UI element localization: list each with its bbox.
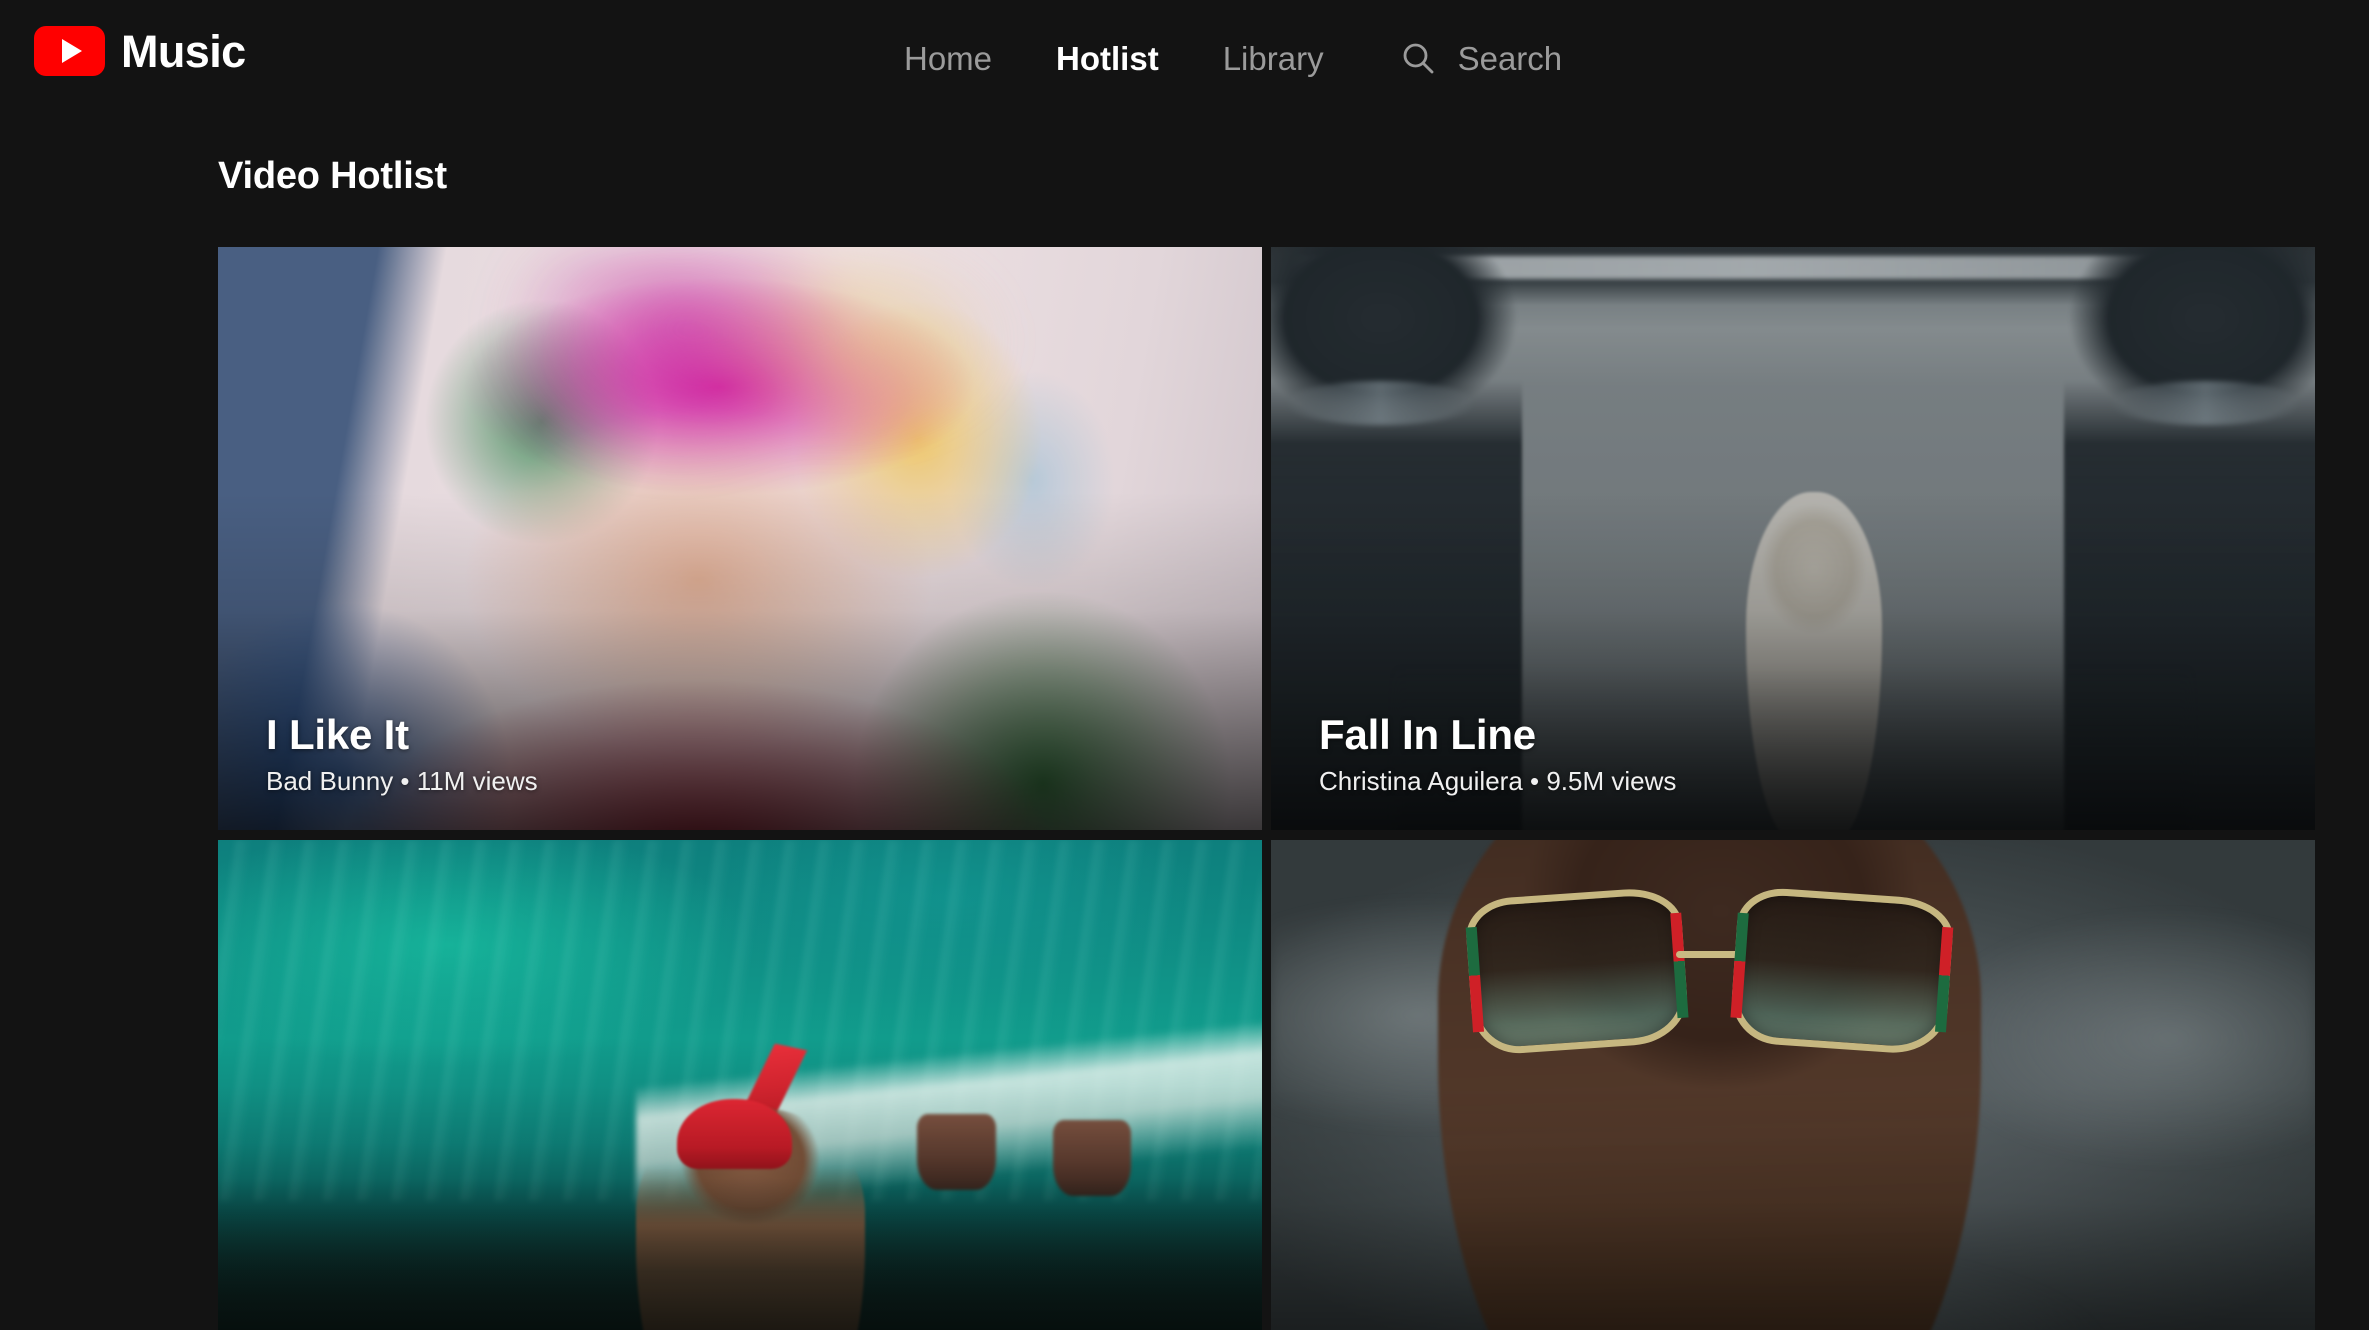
video-title: Fall In Line bbox=[1319, 711, 1676, 758]
search-label: Search bbox=[1458, 42, 1563, 75]
video-card-fall-in-line[interactable]: Fall In Line Christina Aguilera • 9.5M v… bbox=[1271, 247, 2315, 830]
play-triangle-icon bbox=[62, 39, 82, 63]
brand-word: Music bbox=[121, 29, 246, 74]
thumbnail-detail bbox=[1464, 886, 1690, 1056]
video-grid: I Like It Bad Bunny • 11M views Fall In … bbox=[218, 247, 2315, 1330]
top-bar: Music Home Hotlist Library Search bbox=[0, 0, 2369, 116]
video-subtitle: Christina Aguilera • 9.5M views bbox=[1319, 767, 1676, 797]
video-thumbnail bbox=[1271, 840, 2315, 1330]
thumbnail-detail bbox=[1469, 887, 1949, 1056]
video-thumbnail bbox=[218, 840, 1262, 1330]
video-meta: I Like It Bad Bunny • 11M views bbox=[266, 711, 538, 797]
video-meta: Fall In Line Christina Aguilera • 9.5M v… bbox=[1319, 711, 1676, 797]
app-root: Music Home Hotlist Library Search Video … bbox=[0, 0, 2369, 1330]
thumbnail-detail bbox=[1728, 886, 1954, 1056]
nav-item-home[interactable]: Home bbox=[872, 42, 1024, 75]
page-title: Video Hotlist bbox=[218, 155, 447, 198]
video-title: I Like It bbox=[266, 711, 538, 758]
thumbnail-detail bbox=[218, 1178, 1262, 1330]
video-card-solitaire[interactable]: Solitaire bbox=[1271, 840, 2315, 1330]
video-card-i-like-it[interactable]: I Like It Bad Bunny • 11M views bbox=[218, 247, 1262, 830]
nav-item-library[interactable]: Library bbox=[1191, 42, 1356, 75]
nav-item-hotlist[interactable]: Hotlist bbox=[1024, 42, 1191, 75]
youtube-play-icon bbox=[34, 26, 105, 76]
video-card-self-destruction[interactable]: Self Destruction bbox=[218, 840, 1262, 1330]
brand-logo[interactable]: Music bbox=[34, 26, 246, 76]
search-icon bbox=[1398, 38, 1438, 78]
thumbnail-detail bbox=[1676, 951, 1743, 958]
video-subtitle: Bad Bunny • 11M views bbox=[266, 767, 538, 797]
main-nav: Home Hotlist Library Search bbox=[872, 0, 1562, 116]
search-button[interactable]: Search bbox=[1398, 38, 1563, 78]
